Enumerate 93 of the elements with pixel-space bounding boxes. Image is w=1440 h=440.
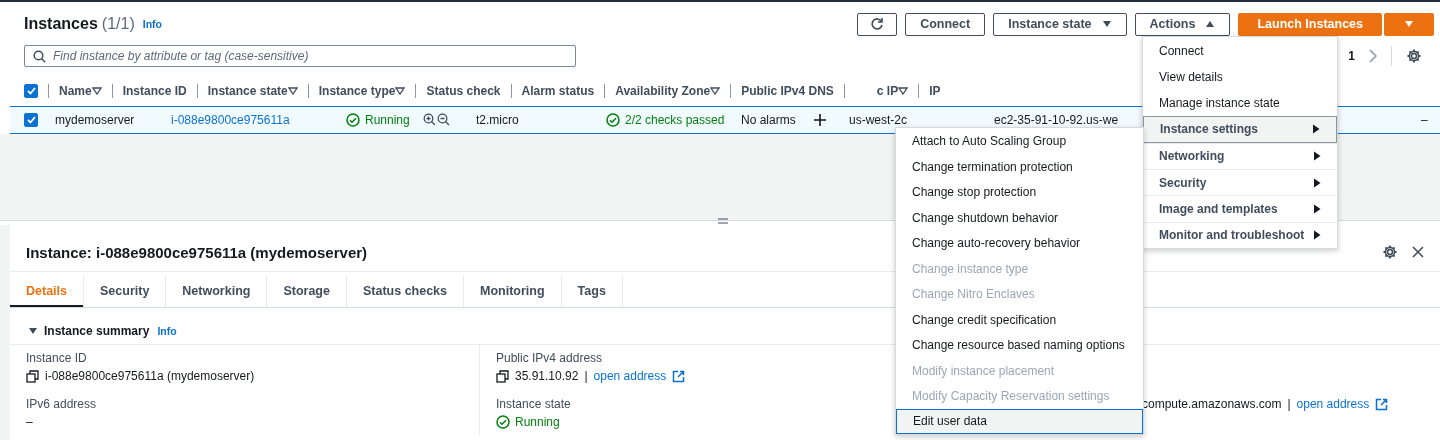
status-text: Running [515, 415, 560, 429]
check-circle-icon [346, 113, 360, 127]
external-link-icon[interactable] [672, 369, 686, 383]
table-cell: No alarms [741, 113, 796, 127]
check-circle-icon [496, 415, 510, 429]
column-header[interactable]: Name [59, 84, 92, 98]
status-text: Running [365, 113, 410, 127]
table-cell: ec2-35-91-10-92.us-we [994, 113, 1119, 127]
open-address-link[interactable]: open address [593, 369, 667, 383]
separator: | [584, 369, 588, 383]
expand-caret-icon[interactable] [28, 327, 38, 335]
table-cell: mydemoserver [55, 113, 135, 127]
page-title: Instances [24, 15, 98, 33]
sort-caret-icon[interactable] [91, 87, 102, 95]
table-cell: us-west-2c [849, 113, 907, 127]
sort-caret-icon[interactable] [287, 87, 298, 95]
open-address-link[interactable]: open address [1296, 397, 1370, 411]
instance-count: (1/1) [101, 15, 135, 33]
connect-button[interactable]: Connect [905, 12, 986, 36]
column-header[interactable]: Status check [426, 84, 501, 98]
tab[interactable]: Status checks [346, 275, 465, 307]
tab[interactable]: Tags [561, 275, 623, 307]
next-page-icon[interactable] [1369, 49, 1377, 63]
caret-icon [1205, 20, 1216, 28]
refresh-button[interactable] [857, 12, 898, 36]
sort-caret-icon[interactable] [710, 87, 721, 95]
table-cell: t2.micro [476, 113, 519, 127]
resize-handle-icon[interactable] [718, 218, 728, 224]
tab[interactable]: Security [84, 275, 167, 307]
section-title: Instance summary [44, 324, 150, 338]
column-header[interactable]: Instance state [207, 84, 288, 98]
menu-item[interactable]: Connect [1143, 37, 1337, 64]
submenu-arrow-icon [1313, 204, 1321, 215]
column-header[interactable]: Instance ID [122, 84, 187, 98]
field-value: i-088e9800ce975611a (mydemoserver) [45, 369, 255, 383]
preferences-icon[interactable] [1406, 48, 1422, 64]
copy-icon[interactable] [26, 369, 39, 383]
column-header[interactable]: Alarm status [521, 84, 595, 98]
menu-item[interactable]: Change shutdown behavior [896, 204, 1143, 230]
copy-icon[interactable] [496, 369, 509, 383]
submenu-arrow-icon [1312, 124, 1320, 135]
menu-item[interactable]: Change auto-recovery behavior [896, 230, 1143, 256]
field-value: compute.amazonaws.com [1142, 397, 1282, 411]
column-header[interactable]: Availability Zone [615, 84, 711, 98]
external-link-icon[interactable] [1375, 397, 1389, 411]
column-header[interactable]: IP [929, 84, 941, 98]
info-link[interactable]: Info [142, 18, 162, 30]
caret-icon [1404, 20, 1414, 28]
menu-item[interactable]: View details [1143, 63, 1337, 90]
submenu-arrow-icon [1313, 151, 1321, 162]
submenu-arrow-icon [1313, 177, 1321, 188]
menu-item[interactable]: Instance settings [1143, 116, 1337, 143]
zoom-icons[interactable] [423, 113, 451, 127]
sort-caret-icon[interactable] [898, 87, 909, 95]
search-icon [33, 50, 46, 63]
menu-item[interactable]: Change resource based naming options [896, 332, 1143, 358]
status-text: 2/2 checks passed [625, 113, 725, 127]
column-header[interactable]: Public IPv4 DNS [741, 84, 834, 98]
column-header[interactable]: Instance type [318, 84, 396, 98]
check-circle-icon [606, 113, 620, 127]
field-label: Instance ID [26, 351, 87, 365]
submenu-arrow-icon [1313, 230, 1321, 241]
menu-item[interactable]: Edit user data [896, 408, 1143, 434]
caret-icon [1101, 20, 1112, 28]
table-cell: – [1421, 113, 1428, 127]
field-label: Instance state [496, 397, 571, 411]
dropdown-button[interactable]: Actions [1134, 12, 1231, 36]
field-value: – [26, 415, 33, 429]
add-icon[interactable] [813, 114, 826, 126]
row-checkbox[interactable] [24, 113, 38, 127]
menu-item[interactable]: Change stop protection [896, 179, 1143, 205]
sort-caret-icon[interactable] [395, 87, 406, 95]
panel-title: Instance: i-088e9800ce975611a (mydemoserver) [26, 243, 368, 261]
field-value: 35.91.10.92 [515, 369, 579, 383]
close-icon[interactable] [1412, 246, 1424, 258]
tab[interactable]: Networking [166, 275, 268, 307]
separator: | [1287, 397, 1291, 411]
field-label: IPv6 address [26, 397, 97, 411]
dropdown-button[interactable]: Instance state [993, 12, 1127, 36]
menu-item[interactable]: Change termination protection [896, 153, 1143, 179]
settings-icon[interactable] [1382, 244, 1398, 260]
info-link[interactable]: Info [157, 325, 177, 337]
tab[interactable]: Storage [267, 275, 347, 307]
column-header[interactable]: c IP [876, 84, 899, 98]
refresh-icon [870, 17, 885, 31]
menu-item[interactable]: Change credit specification [896, 306, 1143, 332]
instance-id-link[interactable]: i-088e9800ce975611a [171, 113, 290, 127]
search-field[interactable]: Find instance by attribute or tag (case-sensitive) [24, 45, 576, 67]
tab[interactable]: Monitoring [464, 275, 562, 307]
launch-options-button[interactable] [1384, 12, 1434, 36]
select-all-checkbox[interactable] [24, 84, 38, 98]
field-label: Public IPv4 address [496, 351, 603, 365]
page-number[interactable]: 1 [1348, 49, 1355, 63]
